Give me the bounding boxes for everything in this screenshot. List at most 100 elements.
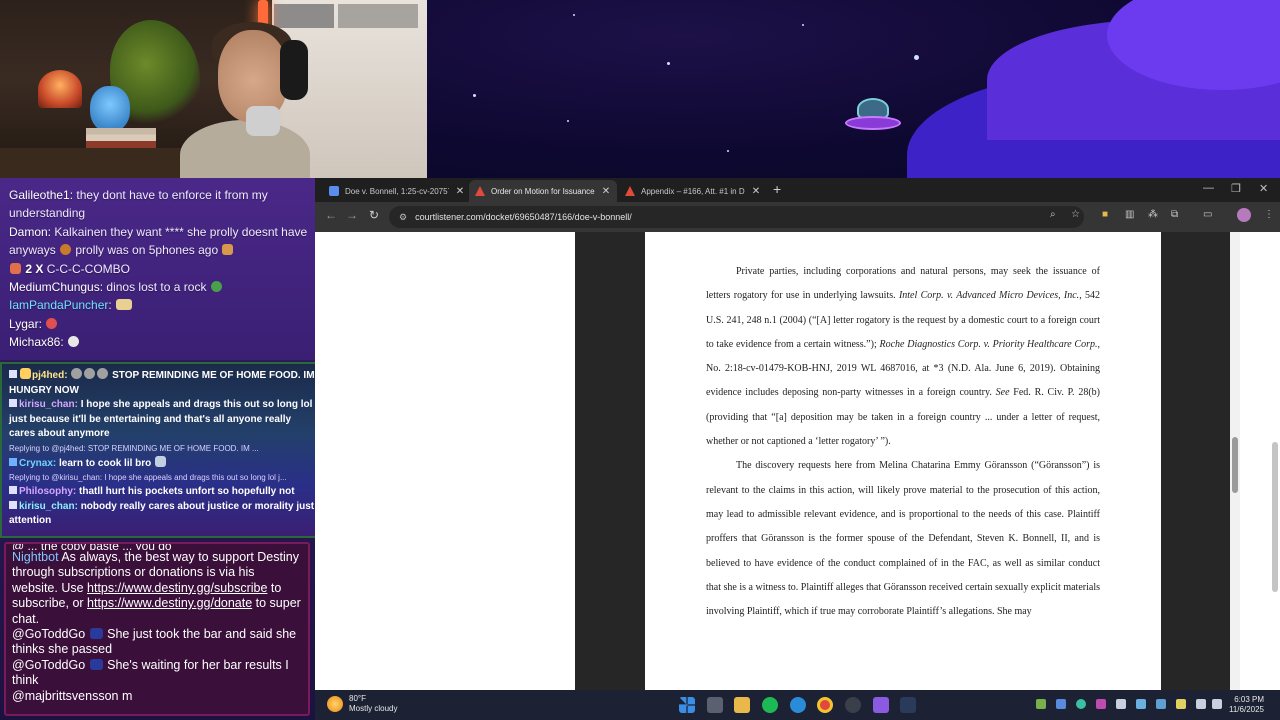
chat-message: @majbrittsvensson m bbox=[12, 689, 302, 704]
sidebar-icon[interactable]: ▭ bbox=[1203, 209, 1212, 220]
chat-message: Crynax: learn to cook lil bro bbox=[9, 455, 315, 472]
pdf-gutter bbox=[575, 232, 645, 690]
lamp bbox=[38, 70, 82, 108]
chrome-icon[interactable] bbox=[817, 697, 833, 713]
chat-text: prolly was on 5phones ago bbox=[72, 243, 219, 258]
emote-icon bbox=[68, 336, 80, 348]
chat-message: Michax86: bbox=[9, 333, 309, 351]
close-icon[interactable]: ✕ bbox=[601, 186, 611, 197]
chat-cut-line: @ ... the copy paste ... you do bbox=[12, 542, 172, 550]
edge-icon[interactable] bbox=[790, 697, 806, 713]
scroll-thumb[interactable] bbox=[1232, 437, 1238, 493]
temperature: 80°F bbox=[349, 694, 366, 703]
chat-message: Philosophy: thatll hurt his pockets unfo… bbox=[9, 485, 315, 500]
tray-icon[interactable] bbox=[1036, 699, 1046, 709]
chat-message: pj4hed: STOP REMINDING ME OF HOME FOOD. … bbox=[9, 368, 315, 398]
tray-icon[interactable] bbox=[1116, 699, 1126, 709]
microphone bbox=[246, 106, 280, 136]
reload-icon[interactable]: ↻ bbox=[369, 208, 379, 222]
site-info-icon[interactable]: ⚙ bbox=[399, 212, 407, 223]
figurine bbox=[90, 86, 130, 132]
chat-message: @GoToddGo She just took the bar and said… bbox=[12, 627, 302, 658]
task-view-icon[interactable] bbox=[707, 697, 723, 713]
chat-username: Philosophy: bbox=[19, 486, 77, 497]
chat-username: kirisu_chan: bbox=[19, 399, 78, 410]
browser-toolbar: ← → ↻ ⚙ courtlistener.com/docket/6965048… bbox=[315, 202, 1280, 232]
emote-icon bbox=[89, 658, 103, 670]
trash-icon[interactable]: ▥ bbox=[1125, 209, 1134, 220]
emote-icon bbox=[222, 244, 234, 256]
extension-icon[interactable]: ⁂ bbox=[1148, 209, 1158, 220]
new-tab-button[interactable]: + bbox=[773, 181, 781, 197]
windows-start-icon[interactable] bbox=[679, 697, 695, 713]
tray-icon[interactable] bbox=[1136, 699, 1146, 709]
chat-username: MediumChungus: bbox=[9, 280, 104, 295]
app-icon[interactable] bbox=[873, 697, 889, 713]
address-bar[interactable]: ⚙ courtlistener.com/docket/69650487/166/… bbox=[389, 206, 1084, 228]
close-window-icon[interactable]: ✕ bbox=[1259, 182, 1268, 195]
chat-username: Galileothe1: bbox=[9, 188, 74, 202]
file-explorer-icon[interactable] bbox=[734, 697, 750, 713]
tab-doe-v-bonnell[interactable]: Doe v. Bonnell, 1:25-cv-20757 ✕ bbox=[323, 180, 471, 202]
chat-text: m bbox=[118, 688, 133, 703]
tab-title: Appendix – #166, Att. #1 in Do bbox=[641, 186, 745, 196]
maximize-icon[interactable]: ❐ bbox=[1231, 182, 1241, 195]
headphones bbox=[280, 40, 308, 100]
scroll-thumb[interactable] bbox=[1272, 442, 1278, 592]
bookmark-star-icon[interactable]: ☆ bbox=[1071, 209, 1080, 220]
tray-icon[interactable] bbox=[1176, 699, 1186, 709]
page-scrollbar[interactable] bbox=[1240, 232, 1280, 690]
paragraph: Private parties, including corporations … bbox=[706, 266, 1101, 448]
combo-text: C-C-C-COMBO bbox=[43, 261, 131, 276]
emote-icon bbox=[71, 368, 83, 379]
tab-title: Order on Motion for Issuance o bbox=[491, 186, 595, 196]
pdf-page: Private parties, including corporations … bbox=[645, 232, 1161, 690]
chat-username: kirisu_chan: bbox=[19, 500, 78, 512]
combo-message: 2 X C-C-C-COMBO bbox=[9, 260, 309, 278]
network-icon[interactable] bbox=[1196, 699, 1206, 709]
close-icon[interactable]: ✕ bbox=[455, 186, 465, 197]
pdf-scrollbar[interactable] bbox=[1230, 232, 1240, 690]
webcam-feed bbox=[0, 0, 427, 178]
folder-icon[interactable]: ■ bbox=[1102, 209, 1108, 220]
minimize-icon[interactable]: — bbox=[1203, 182, 1214, 194]
steam-icon[interactable] bbox=[900, 697, 916, 713]
tray-icon[interactable] bbox=[1056, 699, 1066, 709]
tray-icon[interactable] bbox=[1076, 699, 1086, 709]
chat-messages-top: Galileothe1: they dont have to enforce i… bbox=[0, 178, 315, 360]
reply-context: Replying to @kirisu_chan: I hope she app… bbox=[9, 473, 287, 482]
subscribe-link[interactable]: https://www.destiny.gg/subscribe bbox=[87, 581, 267, 595]
weather-icon bbox=[327, 696, 343, 712]
chat-message: kirisu_chan: I hope she appeals and drag… bbox=[9, 398, 315, 442]
chat-username: Crynax: bbox=[19, 457, 57, 469]
puzzle-icon[interactable]: ⧉ bbox=[1171, 209, 1178, 220]
menu-icon[interactable]: ⋮ bbox=[1264, 209, 1274, 220]
pdf-gutter bbox=[1161, 232, 1230, 690]
back-icon[interactable]: ← bbox=[325, 208, 337, 222]
taskbar: 80°F Mostly cloudy 6:03 PM 11/6/2025 bbox=[315, 690, 1280, 720]
volume-icon[interactable] bbox=[1212, 699, 1222, 709]
chat-username: @majbrittsvensson bbox=[12, 688, 119, 703]
weather-widget[interactable]: 80°F Mostly cloudy bbox=[327, 694, 397, 714]
emote-icon bbox=[97, 368, 109, 379]
chat-message: IamPandaPuncher: bbox=[9, 296, 309, 314]
tray-icon[interactable] bbox=[1096, 699, 1106, 709]
chat-username: Michax86: bbox=[9, 335, 64, 350]
emote-icon bbox=[210, 281, 222, 293]
chat-text: dinos lost to a rock bbox=[103, 280, 207, 295]
zoom-icon[interactable]: ⌕ bbox=[1050, 209, 1056, 220]
spotify-icon[interactable] bbox=[762, 697, 778, 713]
close-icon[interactable]: ✕ bbox=[751, 186, 761, 197]
donate-link[interactable]: https://www.destiny.gg/donate bbox=[87, 596, 252, 610]
system-clock[interactable]: 6:03 PM 11/6/2025 bbox=[1229, 695, 1264, 715]
emote-icon bbox=[84, 368, 96, 379]
tab-order-on-motion[interactable]: Order on Motion for Issuance o ✕ bbox=[469, 180, 617, 202]
chat-overlay: Galileothe1: they dont have to enforce i… bbox=[0, 178, 315, 720]
chat-text: : bbox=[108, 298, 112, 313]
chat-message: kirisu_chan: nobody really cares about j… bbox=[9, 500, 315, 529]
obs-icon[interactable] bbox=[845, 697, 861, 713]
forward-icon[interactable]: → bbox=[346, 208, 358, 222]
tab-appendix[interactable]: Appendix – #166, Att. #1 in Do ✕ bbox=[619, 180, 767, 202]
tray-icon[interactable] bbox=[1156, 699, 1166, 709]
profile-avatar[interactable] bbox=[1237, 208, 1251, 222]
